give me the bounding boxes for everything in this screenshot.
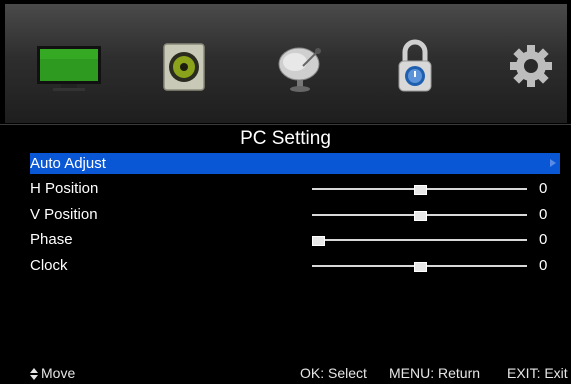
menu-item-label: Clock — [30, 257, 68, 274]
clock-value: 0 — [539, 257, 548, 274]
tv-picture-icon — [37, 46, 101, 91]
slider-knob[interactable] — [414, 211, 427, 221]
menu-return-hint: MENU: Return — [389, 365, 481, 381]
title-divider — [0, 124, 571, 125]
menu-item-v-position[interactable]: V Position 0 — [30, 204, 560, 225]
slider-knob[interactable] — [414, 262, 427, 272]
menu-item-label: H Position — [30, 180, 99, 197]
h-position-slider[interactable] — [312, 185, 527, 195]
up-down-arrow-icon — [30, 368, 38, 380]
ok-select-hint: OK: Select — [300, 365, 367, 381]
v-position-slider[interactable] — [312, 211, 527, 221]
menu-tab-bar — [5, 4, 567, 123]
satellite-dish-icon — [278, 47, 321, 92]
tab-picture[interactable] — [35, 36, 105, 96]
footer-hints: Move OK: Select MENU: Return EXIT: Exit — [0, 362, 571, 384]
tab-setup[interactable] — [495, 36, 565, 96]
move-hint: Move — [41, 365, 76, 381]
menu-item-clock[interactable]: Clock 0 — [30, 255, 560, 276]
menu-item-label: V Position — [30, 206, 98, 223]
tab-channel[interactable] — [267, 36, 337, 96]
speaker-sound-icon — [163, 43, 205, 91]
tv-osd-screen: PC Setting Auto Adjust H Position 0 V Po… — [0, 0, 571, 384]
padlock-icon — [398, 39, 432, 92]
tab-sound[interactable] — [148, 36, 218, 96]
page-title: PC Setting — [240, 128, 331, 149]
h-position-value: 0 — [539, 180, 548, 197]
phase-value: 0 — [539, 231, 548, 248]
clock-slider[interactable] — [312, 262, 527, 272]
menu-item-label: Auto Adjust — [30, 155, 106, 172]
exit-hint: EXIT: Exit — [507, 365, 568, 381]
slider-knob[interactable] — [312, 236, 325, 246]
phase-slider[interactable] — [312, 236, 527, 246]
menu-item-auto-adjust[interactable]: Auto Adjust — [30, 153, 560, 174]
menu-item-phase[interactable]: Phase 0 — [30, 229, 560, 250]
tab-lock[interactable] — [380, 36, 450, 96]
gear-icon — [510, 45, 552, 87]
slider-knob[interactable] — [414, 185, 427, 195]
menu-item-h-position[interactable]: H Position 0 — [30, 178, 560, 199]
v-position-value: 0 — [539, 206, 548, 223]
submenu-arrow-icon — [550, 159, 556, 167]
menu-item-label: Phase — [30, 231, 73, 248]
